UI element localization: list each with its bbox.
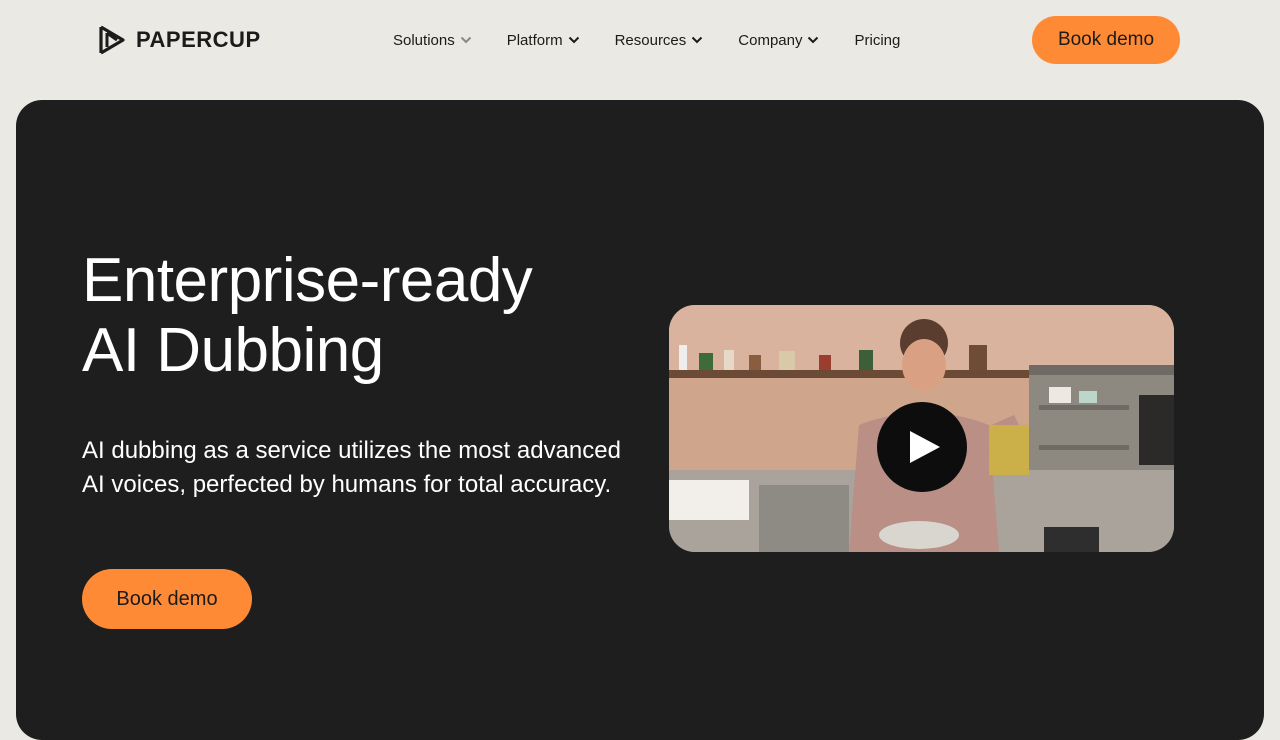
- book-demo-button-header[interactable]: Book demo: [1032, 16, 1180, 64]
- hero-title-line-2: AI Dubbing: [82, 316, 384, 385]
- nav-solutions-label: Solutions: [393, 31, 455, 49]
- brand-logo[interactable]: PAPERCUP: [98, 22, 261, 58]
- hero-video[interactable]: [669, 305, 1174, 552]
- chevron-down-icon: [568, 36, 579, 44]
- play-button[interactable]: [877, 402, 967, 492]
- nav-company[interactable]: Company: [738, 32, 819, 49]
- play-icon: [910, 431, 940, 463]
- hero-title: Enterprise-ready AI Dubbing: [82, 246, 642, 386]
- nav-pricing-label: Pricing: [854, 31, 901, 49]
- nav-company-label: Company: [738, 31, 803, 49]
- nav-platform-label: Platform: [506, 31, 563, 49]
- hero-title-line-1: Enterprise-ready: [82, 246, 533, 315]
- nav-pricing[interactable]: Pricing: [854, 32, 900, 49]
- top-navigation-bar: PAPERCUP Solutions Platform Resources Co…: [0, 0, 1280, 80]
- hero-section: Enterprise-ready AI Dubbing AI dubbing a…: [16, 100, 1264, 740]
- nav-resources[interactable]: Resources: [615, 32, 704, 49]
- hero-subtitle: AI dubbing as a service utilizes the mos…: [82, 437, 621, 498]
- chevron-down-icon: [808, 36, 819, 44]
- chevron-down-icon: [460, 36, 471, 44]
- nav-solutions[interactable]: Solutions: [393, 32, 472, 49]
- papercup-logo-icon: [99, 25, 125, 55]
- nav-platform[interactable]: Platform: [507, 32, 580, 49]
- nav-resources-label: Resources: [614, 31, 687, 49]
- chevron-down-icon: [692, 36, 703, 44]
- book-demo-button-hero[interactable]: Book demo: [82, 569, 252, 629]
- brand-name: PAPERCUP: [136, 27, 261, 52]
- main-nav: Solutions Platform Resources Company Pri…: [393, 30, 935, 50]
